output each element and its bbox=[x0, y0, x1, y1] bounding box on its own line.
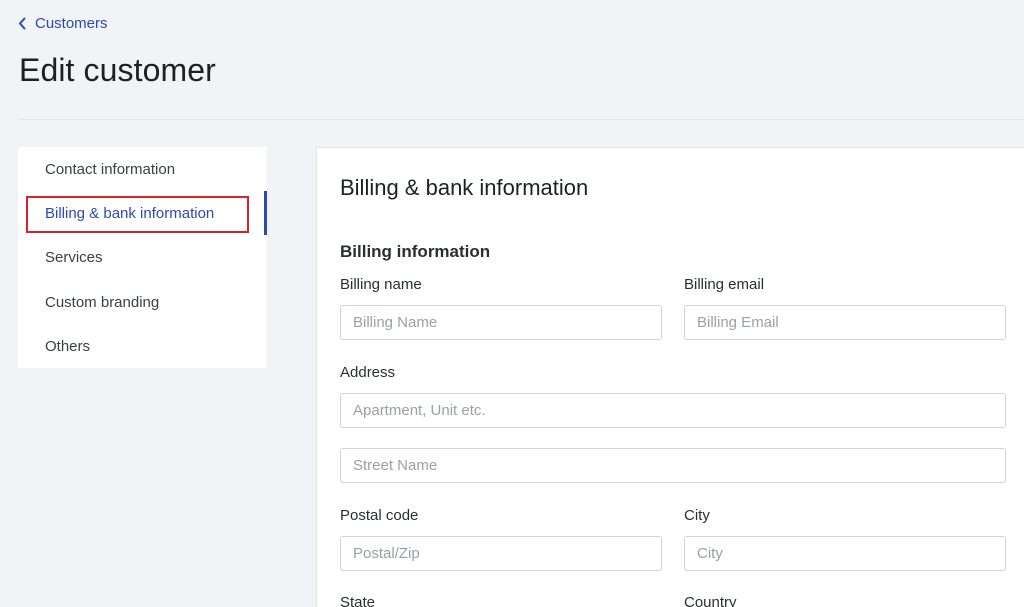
section-title-billing-information: Billing information bbox=[340, 242, 491, 261]
postal-code-label: Postal code bbox=[340, 507, 419, 524]
chevron-left-icon bbox=[19, 17, 26, 29]
billing-name-input[interactable] bbox=[340, 305, 662, 340]
nav-item-custom-branding[interactable]: Custom branding bbox=[18, 280, 267, 324]
back-link-label: Customers bbox=[35, 14, 108, 32]
state-label: State bbox=[340, 594, 376, 607]
billing-email-input[interactable] bbox=[684, 305, 1006, 340]
billing-email-label: Billing email bbox=[684, 276, 765, 293]
card-title: Billing & bank information bbox=[340, 175, 589, 200]
nav-item-label: Custom branding bbox=[45, 293, 160, 311]
header-divider bbox=[18, 119, 1024, 120]
nav-item-services[interactable]: Services bbox=[18, 235, 267, 279]
nav-item-label: Others bbox=[45, 337, 91, 355]
edit-customer-page: Customers Edit customer Contact informat… bbox=[0, 0, 1024, 607]
postal-code-input[interactable] bbox=[340, 536, 662, 571]
nav-item-label: Services bbox=[45, 248, 103, 266]
billing-name-label: Billing name bbox=[340, 276, 422, 293]
nav-item-label: Billing & bank information bbox=[45, 204, 215, 222]
nav-item-label: Contact information bbox=[45, 160, 176, 178]
country-label: Country bbox=[684, 594, 737, 607]
address-label: Address bbox=[340, 364, 396, 381]
city-input[interactable] bbox=[684, 536, 1006, 571]
back-to-customers-link[interactable]: Customers bbox=[18, 13, 108, 33]
nav-item-contact-information[interactable]: Contact information bbox=[18, 147, 267, 191]
nav-item-others[interactable]: Others bbox=[18, 324, 267, 368]
nav-item-billing-bank-information[interactable]: Billing & bank information bbox=[18, 191, 267, 235]
city-label: City bbox=[684, 507, 710, 524]
billing-bank-card: Billing & bank information Billing infor… bbox=[316, 147, 1024, 607]
address-line2-input[interactable] bbox=[340, 448, 1006, 483]
address-line1-input[interactable] bbox=[340, 393, 1006, 428]
side-nav: Contact information Billing & bank infor… bbox=[18, 147, 267, 368]
page-title: Edit customer bbox=[19, 52, 216, 88]
